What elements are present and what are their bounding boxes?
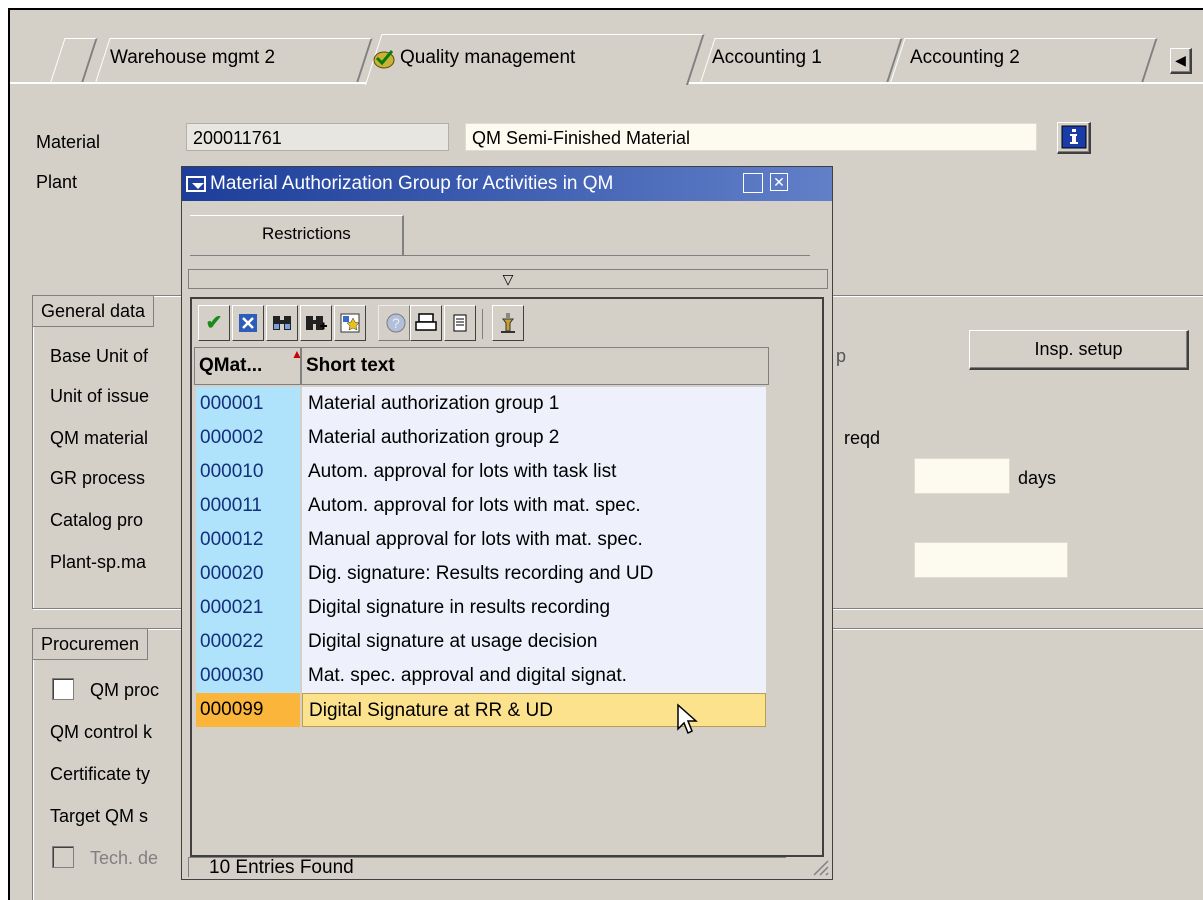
entry-text: Material authorization group 2	[302, 421, 766, 455]
material-label: Material	[36, 132, 101, 152]
entry-text: Digital signature at usage decision	[302, 625, 766, 659]
restrictions-divider	[190, 255, 810, 256]
qm-control-key-label: QM control k	[50, 722, 153, 742]
mouse-cursor-icon	[677, 703, 698, 735]
tech-delivery-checkbox	[52, 846, 74, 868]
popup-close-icon[interactable]: ✕	[770, 173, 788, 191]
empty-list-area	[196, 729, 300, 851]
result-list-area: ✔ ? QMat... ▲ Short text 000001 Material…	[190, 297, 824, 857]
qm-material-label: QM material	[50, 428, 149, 448]
popup-minimize-icon[interactable]	[743, 173, 763, 193]
toolbar-separator	[482, 309, 483, 339]
column-header-key[interactable]: QMat... ▲	[194, 347, 303, 385]
procurement-title: Procuremen	[33, 629, 149, 660]
entry-key: 000012	[196, 523, 300, 557]
gr-days-field[interactable]	[914, 458, 1010, 494]
quality-check-icon	[372, 46, 396, 70]
gr-process-label: GR process	[50, 468, 146, 488]
entry-key: 000011	[196, 489, 300, 523]
status-bar: 10 Entries Found	[188, 857, 786, 878]
sap-window: Warehouse mgmt 2 Quality management Acco…	[8, 8, 1203, 900]
entry-key: 000010	[196, 455, 300, 489]
popup-window-icon	[186, 167, 208, 201]
insp-setup-button[interactable]: Insp. setup	[969, 330, 1189, 370]
tab-label: Quality management	[400, 47, 576, 68]
cancel-icon[interactable]	[232, 305, 264, 341]
restrictions-tab-label: Restrictions	[262, 224, 351, 243]
entry-text: Dig. signature: Results recording and UD	[302, 557, 766, 591]
entry-key: 000020	[196, 557, 300, 591]
qm-proc-checkbox[interactable]	[52, 678, 74, 700]
material-description-field[interactable]: QM Semi-Finished Material	[465, 123, 1037, 151]
column-header-short-text[interactable]: Short text	[301, 347, 769, 385]
reqd-label: reqd	[844, 428, 881, 448]
general-right-label: p	[836, 346, 847, 366]
column-header-key-label: QMat...	[199, 355, 263, 376]
check-icon[interactable]: ✔	[198, 305, 230, 341]
sort-icon[interactable]	[492, 305, 524, 341]
target-qm-label: Target QM s	[50, 806, 149, 826]
tab-scroll-left-button[interactable]: ◀	[1170, 48, 1192, 74]
help-icon[interactable]: ?	[378, 305, 410, 341]
plant-sp-material-label: Plant-sp.ma	[50, 552, 147, 572]
base-unit-label: Base Unit of	[50, 346, 149, 366]
tab-overflow-left	[50, 38, 98, 83]
tech-delivery-label: Tech. de	[90, 848, 159, 868]
unit-of-issue-label: Unit of issue	[50, 386, 150, 406]
entry-key: 000002	[196, 421, 300, 455]
tab-label: Accounting 1	[712, 47, 822, 68]
f4-help-popup: Material Authorization Group for Activit…	[181, 166, 833, 880]
entry-text: Manual approval for lots with mat. spec.	[302, 523, 766, 557]
tab-strip: Warehouse mgmt 2 Quality management Acco…	[10, 10, 1203, 88]
status-text: 10 Entries Found	[209, 857, 354, 878]
popup-title-bar: Material Authorization Group for Activit…	[182, 167, 832, 201]
plant-label: Plant	[36, 172, 78, 192]
general-data-title: General data	[33, 296, 155, 327]
tab-label: Warehouse mgmt 2	[110, 47, 276, 68]
entry-key: 000030	[196, 659, 300, 693]
days-label: days	[1018, 468, 1057, 488]
restrictions-tab[interactable]: Restrictions	[190, 215, 404, 255]
entry-text: Material authorization group 1	[302, 387, 766, 421]
find-next-icon[interactable]	[300, 305, 332, 341]
entry-text: Mat. spec. approval and digital signat.	[302, 659, 766, 693]
list-icon[interactable]	[444, 305, 476, 341]
svg-text:?: ?	[392, 315, 400, 331]
entry-key: 000022	[196, 625, 300, 659]
info-button[interactable]	[1057, 122, 1091, 154]
new-entry-icon[interactable]	[334, 305, 366, 341]
print-icon[interactable]	[410, 305, 442, 341]
resize-grip[interactable]	[790, 857, 830, 877]
entry-text: Digital signature in results recording	[302, 591, 766, 625]
entry-key: 000001	[196, 387, 300, 421]
tab-label: Accounting 2	[910, 47, 1020, 68]
certificate-type-label: Certificate ty	[50, 764, 151, 784]
entry-key: 000021	[196, 591, 300, 625]
entry-text: Autom. approval for lots with task list	[302, 455, 766, 489]
expand-restrictions-button[interactable]: ▽	[188, 269, 828, 289]
plant-sp-field[interactable]	[914, 542, 1068, 578]
material-field[interactable]: 200011761	[186, 123, 449, 151]
entry-text: Autom. approval for lots with mat. spec.	[302, 489, 766, 523]
qm-proc-label: QM proc	[90, 680, 160, 700]
info-icon	[1061, 125, 1086, 149]
catalog-profile-label: Catalog pro	[50, 510, 144, 530]
entry-key: 000099	[196, 693, 300, 727]
popup-title-text: Material Authorization Group for Activit…	[210, 173, 614, 194]
